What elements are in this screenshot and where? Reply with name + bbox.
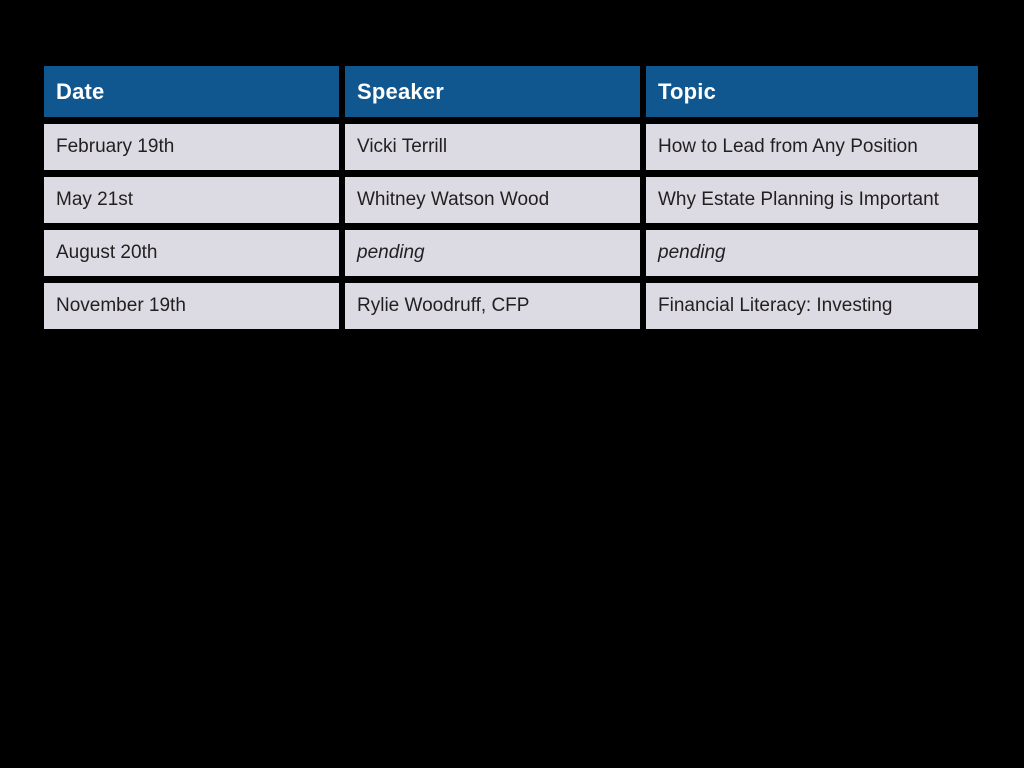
cell-speaker: Rylie Woodruff, CFP xyxy=(345,283,640,329)
table-header-row: Date Speaker Topic xyxy=(44,66,978,117)
cell-date: August 20th xyxy=(44,230,339,276)
cell-topic: pending xyxy=(646,230,978,276)
column-header-speaker: Speaker xyxy=(345,66,640,117)
cell-topic: Financial Literacy: Investing xyxy=(646,283,978,329)
column-header-topic: Topic xyxy=(646,66,978,117)
table-header: Date Speaker Topic xyxy=(44,66,978,117)
table-row: February 19th Vicki Terrill How to Lead … xyxy=(44,124,978,170)
cell-topic: How to Lead from Any Position xyxy=(646,124,978,170)
cell-topic: Why Estate Planning is Important xyxy=(646,177,978,223)
speaker-schedule-table: Date Speaker Topic February 19th Vicki T… xyxy=(38,59,984,336)
table-row: November 19th Rylie Woodruff, CFP Financ… xyxy=(44,283,978,329)
cell-speaker: Vicki Terrill xyxy=(345,124,640,170)
cell-date: February 19th xyxy=(44,124,339,170)
cell-speaker: pending xyxy=(345,230,640,276)
cell-date: November 19th xyxy=(44,283,339,329)
table-row: August 20th pending pending xyxy=(44,230,978,276)
cell-date: May 21st xyxy=(44,177,339,223)
table-row: May 21st Whitney Watson Wood Why Estate … xyxy=(44,177,978,223)
slide-canvas: Date Speaker Topic February 19th Vicki T… xyxy=(0,0,1024,768)
table-body: February 19th Vicki Terrill How to Lead … xyxy=(44,124,978,329)
column-header-date: Date xyxy=(44,66,339,117)
cell-speaker: Whitney Watson Wood xyxy=(345,177,640,223)
